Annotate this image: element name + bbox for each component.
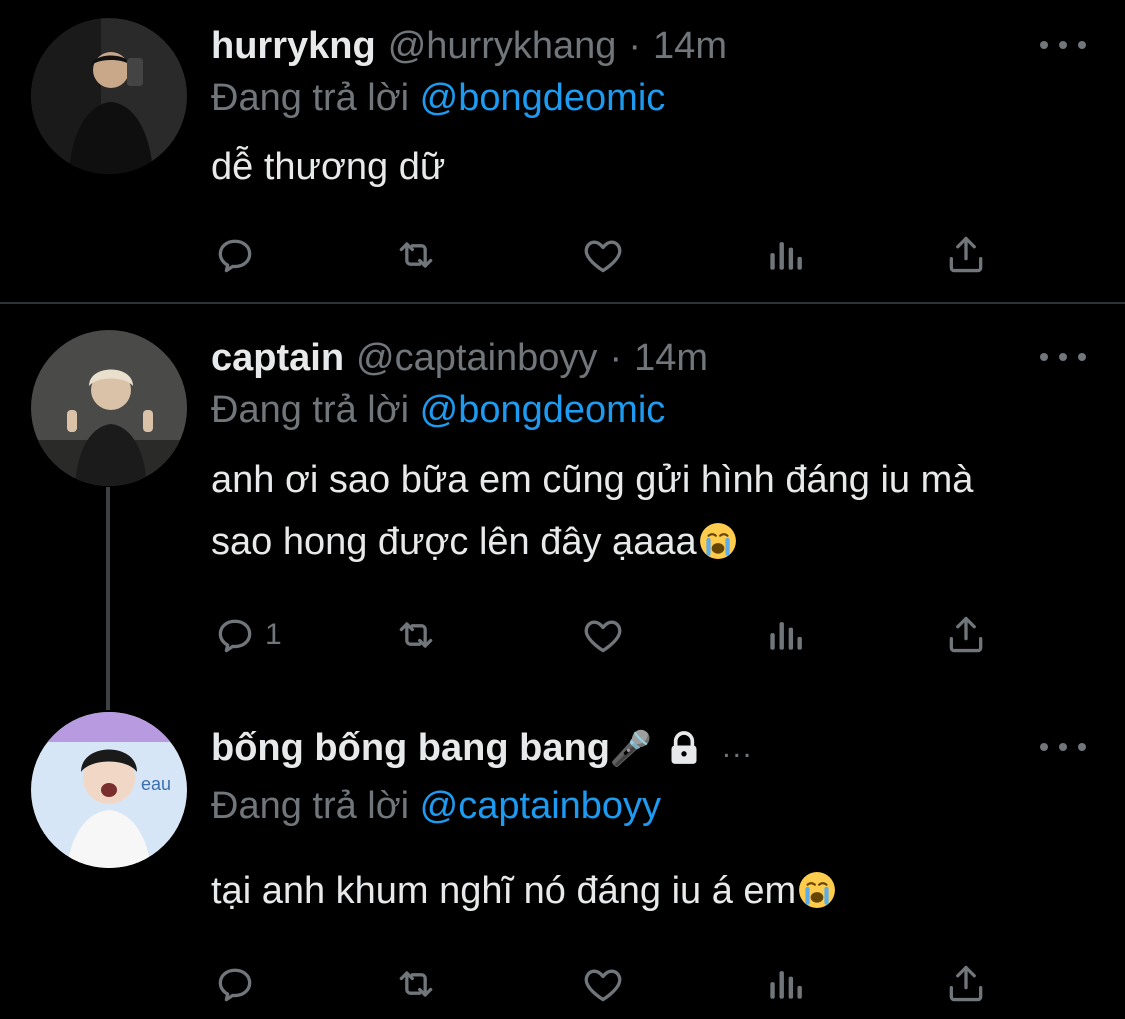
analytics-button[interactable] — [763, 613, 807, 657]
username[interactable]: @hurrykhang — [388, 23, 617, 69]
separator-dot: · — [628, 25, 642, 67]
svg-text:eau: eau — [141, 774, 171, 794]
thread-connector — [106, 487, 110, 710]
share-button[interactable] — [944, 233, 988, 277]
tweet-text: tại anh khum nghĩ nó đáng iu á em — [211, 860, 1091, 922]
share-icon — [944, 233, 988, 277]
analytics-button[interactable] — [763, 962, 807, 1006]
more-icon[interactable] — [1040, 35, 1086, 55]
like-button[interactable] — [581, 613, 625, 657]
reply-button[interactable]: 1 — [213, 613, 282, 657]
action-bar: 1 — [211, 613, 1011, 657]
more-icon[interactable] — [1040, 347, 1086, 367]
replying-to: Đang trả lời @bongdeomic — [211, 75, 665, 121]
retweet-button[interactable] — [394, 233, 438, 277]
display-name[interactable]: captain — [211, 335, 344, 381]
tweet-header: hurrykng @hurrykhang · 14m — [211, 21, 727, 71]
tweet-text-content: dễ thương dữ — [211, 146, 446, 188]
retweet-button[interactable] — [394, 962, 438, 1006]
like-button[interactable] — [581, 962, 625, 1006]
replying-prefix: Đang trả lời — [211, 389, 410, 431]
mention-link[interactable]: @bongdeomic — [420, 389, 666, 431]
tweet-text-line: sao hong được lên đây ạaaa — [211, 521, 697, 563]
share-icon — [944, 613, 988, 657]
share-button[interactable] — [944, 613, 988, 657]
mention-link[interactable]: @bongdeomic — [420, 77, 666, 119]
username[interactable]: @captainboyy — [356, 335, 597, 381]
crying-face-emoji-icon — [798, 871, 836, 909]
analytics-icon — [763, 233, 807, 277]
mention-link[interactable]: @captainboyy — [420, 785, 661, 827]
crying-face-emoji-icon — [699, 522, 737, 560]
analytics-icon — [763, 962, 807, 1006]
share-icon — [944, 962, 988, 1006]
tweet-header: captain @captainboyy · 14m — [211, 333, 708, 383]
separator-dot: · — [609, 337, 623, 379]
avatar[interactable] — [31, 18, 187, 174]
replying-prefix: Đang trả lời — [211, 785, 410, 827]
like-icon — [581, 613, 625, 657]
retweet-button[interactable] — [394, 613, 438, 657]
retweet-icon — [394, 233, 438, 277]
display-name[interactable]: hurrykng — [211, 23, 376, 69]
action-bar — [211, 962, 1011, 1006]
display-name[interactable]: bống bống bang bang🎤 — [211, 725, 652, 772]
tweet-text-line: anh ơi sao bữa em cũng gửi hình đáng iu … — [211, 459, 974, 501]
replying-to: Đang trả lời @bongdeomic — [211, 387, 665, 433]
lock-icon — [671, 731, 697, 764]
like-button[interactable] — [581, 233, 625, 277]
tweet-captain[interactable]: captain @captainboyy · 14m Đang trả lời … — [0, 304, 1125, 710]
retweet-icon — [394, 613, 438, 657]
reply-count: 1 — [265, 618, 282, 651]
analytics-button[interactable] — [763, 233, 807, 277]
name-truncation: ... — [722, 731, 754, 764]
reply-icon — [213, 962, 257, 1006]
reply-button[interactable] — [213, 233, 257, 277]
retweet-icon — [394, 962, 438, 1006]
tweet-text: anh ơi sao bữa em cũng gửi hình đáng iu … — [211, 449, 1091, 573]
avatar[interactable]: eau — [31, 712, 187, 868]
share-button[interactable] — [944, 962, 988, 1006]
action-bar — [211, 233, 1011, 277]
like-icon — [581, 962, 625, 1006]
replying-prefix: Đang trả lời — [211, 77, 410, 119]
reply-icon — [213, 233, 257, 277]
tweet-hurrykng[interactable]: hurrykng @hurrykhang · 14m Đang trả lời … — [0, 0, 1125, 302]
analytics-icon — [763, 613, 807, 657]
like-icon — [581, 233, 625, 277]
microphone-emoji-icon: 🎤 — [609, 728, 653, 769]
reply-icon — [213, 613, 257, 657]
timestamp[interactable]: 14m — [634, 335, 708, 381]
reply-button[interactable] — [213, 962, 257, 1006]
timestamp[interactable]: 14m — [653, 23, 727, 69]
replying-to: Đang trả lời @captainboyy — [211, 783, 661, 829]
tweet-text-content: tại anh khum nghĩ nó đáng iu á em — [211, 870, 797, 912]
tweet-bong-bong-bang-bang[interactable]: eau bống bống bang bang🎤 ... Đang trả lờ… — [0, 710, 1125, 1019]
more-icon[interactable] — [1040, 737, 1086, 757]
avatar[interactable] — [31, 330, 187, 486]
tweet-text: dễ thương dữ — [211, 136, 1091, 198]
tweet-header: bống bống bang bang🎤 ... — [211, 723, 753, 773]
display-name-text: bống bống bang bang — [211, 726, 610, 769]
